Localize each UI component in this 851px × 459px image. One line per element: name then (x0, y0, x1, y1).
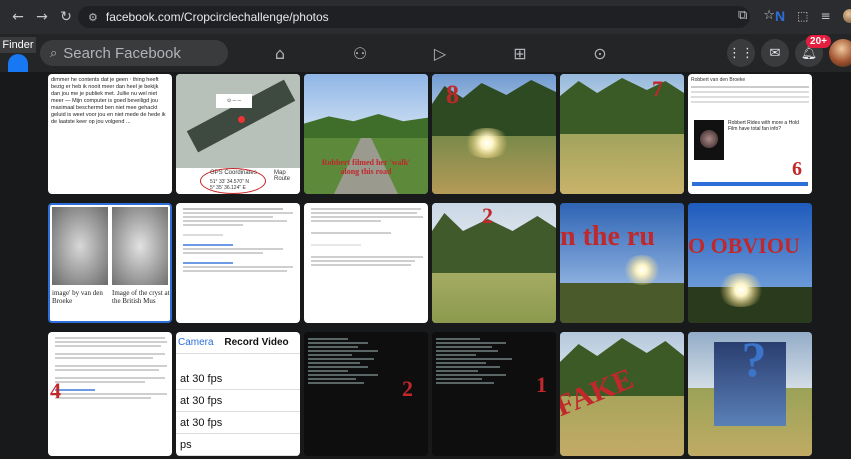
photo-tile[interactable]: 8 (432, 74, 556, 194)
caption-right: Image of the cryst at the British Mus (112, 289, 170, 305)
fps-option: at 30 fps (176, 412, 300, 434)
reload-icon[interactable]: ↻ (54, 9, 78, 25)
cast-icon[interactable]: ⧉ (738, 8, 747, 23)
number-overlay: 1 (536, 372, 547, 397)
site-settings-icon[interactable]: ⚙ (88, 11, 98, 24)
notifications-badge: 20+ (806, 35, 831, 48)
photo-tile[interactable]: n the ru (560, 203, 684, 323)
photo-tile[interactable]: 1 (432, 332, 556, 456)
address-bar[interactable]: ⚙ facebook.com/Cropcircle­challenge/phot… (78, 6, 750, 28)
extensions-icon[interactable]: ⬚ (797, 9, 808, 23)
queue-icon[interactable]: ≡ (820, 9, 830, 23)
forward-icon[interactable]: → (30, 9, 54, 25)
photo-tile[interactable]: 4 (48, 332, 172, 456)
home-icon[interactable]: ⌂ (240, 34, 320, 72)
extension-area: ⧉ ☆ (738, 8, 775, 23)
account-avatar[interactable] (829, 39, 851, 67)
video-icon[interactable]: ▷ (400, 34, 480, 72)
header-actions: ⋮⋮ ✉ 🔔︎ 20+ (727, 35, 851, 67)
photo-tile[interactable]: FAKE (560, 332, 684, 456)
photo-grid: dimmer he contents dat je geen ‧ thing h… (0, 72, 851, 459)
link-title: Robbert Rides with more a Hold Film have… (728, 120, 799, 132)
photo-tile[interactable]: ⊙ ─ ─ GPS Coordinates Map Route 51° 33' … (176, 74, 300, 194)
finder-label: Finder (0, 37, 36, 53)
photo-tile[interactable]: 2 (304, 332, 428, 456)
messenger-icon[interactable]: ✉ (761, 39, 789, 67)
extension-n-icon[interactable]: N (775, 8, 785, 24)
photo-tile[interactable]: dimmer he contents dat je geen ‧ thing h… (48, 74, 172, 194)
back-link[interactable]: Camera (178, 337, 214, 348)
number-overlay: 4 (50, 378, 61, 403)
overlay-text: n the ru (560, 221, 655, 252)
number-overlay: 7 (652, 76, 663, 101)
friends-icon[interactable]: ⚇ (320, 34, 400, 72)
url-text[interactable]: facebook.com/Cropcircle­challenge/photos (106, 10, 329, 24)
search-icon: ⌕ (50, 45, 58, 61)
notifications-icon[interactable]: 🔔︎ 20+ (795, 35, 831, 67)
photo-tile[interactable] (304, 203, 428, 323)
fps-option: at 30 fps (176, 390, 300, 412)
map-label: Map Route (274, 170, 291, 182)
star-icon[interactable]: ☆ (763, 8, 775, 23)
marketplace-icon[interactable]: ⊞ (480, 34, 560, 72)
toolbar-right: N ⬚ ≡ (775, 8, 851, 24)
search-box[interactable]: ⌕ (40, 40, 228, 66)
post-text: dimmer he contents dat je geen ‧ thing h… (51, 77, 166, 125)
overlay-text: O OBVIOU (688, 233, 800, 258)
main-nav: ⌂ ⚇ ▷ ⊞ ⊙ (240, 34, 640, 72)
photo-tile[interactable]: Robbert filmed her 'walk' along this roa… (304, 74, 428, 194)
caption-left: image' by van den Broeke (52, 289, 103, 305)
gps-panel: GPS Coordinates Map Route 51° 33' 34.570… (176, 168, 300, 194)
photo-tile[interactable]: Robbert van den Broeke Robbert Rides wit… (688, 74, 812, 194)
number-overlay: 2 (482, 203, 493, 228)
photo-tile[interactable] (176, 203, 300, 323)
browser-toolbar: ← → ↻ ⚙ facebook.com/Cropcircle­challeng… (0, 0, 851, 34)
photo-caption: Robbert filmed her 'walk' along this roa… (321, 158, 411, 176)
photo-tile[interactable]: 2 (432, 203, 556, 323)
post-header: Robbert van den Broeke (691, 77, 746, 83)
back-icon[interactable]: ← (6, 9, 30, 25)
fps-option: at 30 fps (176, 368, 300, 390)
gaming-icon[interactable]: ⊙ (560, 34, 640, 72)
photo-tile[interactable]: Camera Record Video at 30 fps at 30 fps … (176, 332, 300, 456)
map-image: ⊙ ─ ─ (176, 74, 300, 168)
profile-icon[interactable] (842, 9, 851, 23)
number-overlay: 8 (446, 80, 459, 109)
number-overlay: 2 (402, 376, 413, 401)
photo-tile[interactable]: 7 (560, 74, 684, 194)
menu-grid-icon[interactable]: ⋮⋮ (727, 39, 755, 67)
fps-option: ps (176, 434, 300, 456)
photo-tile[interactable]: O OBVIOU (688, 203, 812, 323)
facebook-header: Finder ⌕ ⌂ ⚇ ▷ ⊞ ⊙ ⋮⋮ ✉ 🔔︎20+ (0, 34, 851, 72)
facebook-logo[interactable] (8, 54, 28, 72)
photo-tile[interactable]: image' by van den Broeke Image of the cr… (48, 203, 172, 323)
photo-tile[interactable]: ? (688, 332, 812, 456)
search-input[interactable] (63, 44, 214, 62)
overlay-text: ? (741, 332, 767, 387)
settings-title: Record Video (224, 337, 289, 348)
number-overlay: 6 (792, 158, 802, 180)
